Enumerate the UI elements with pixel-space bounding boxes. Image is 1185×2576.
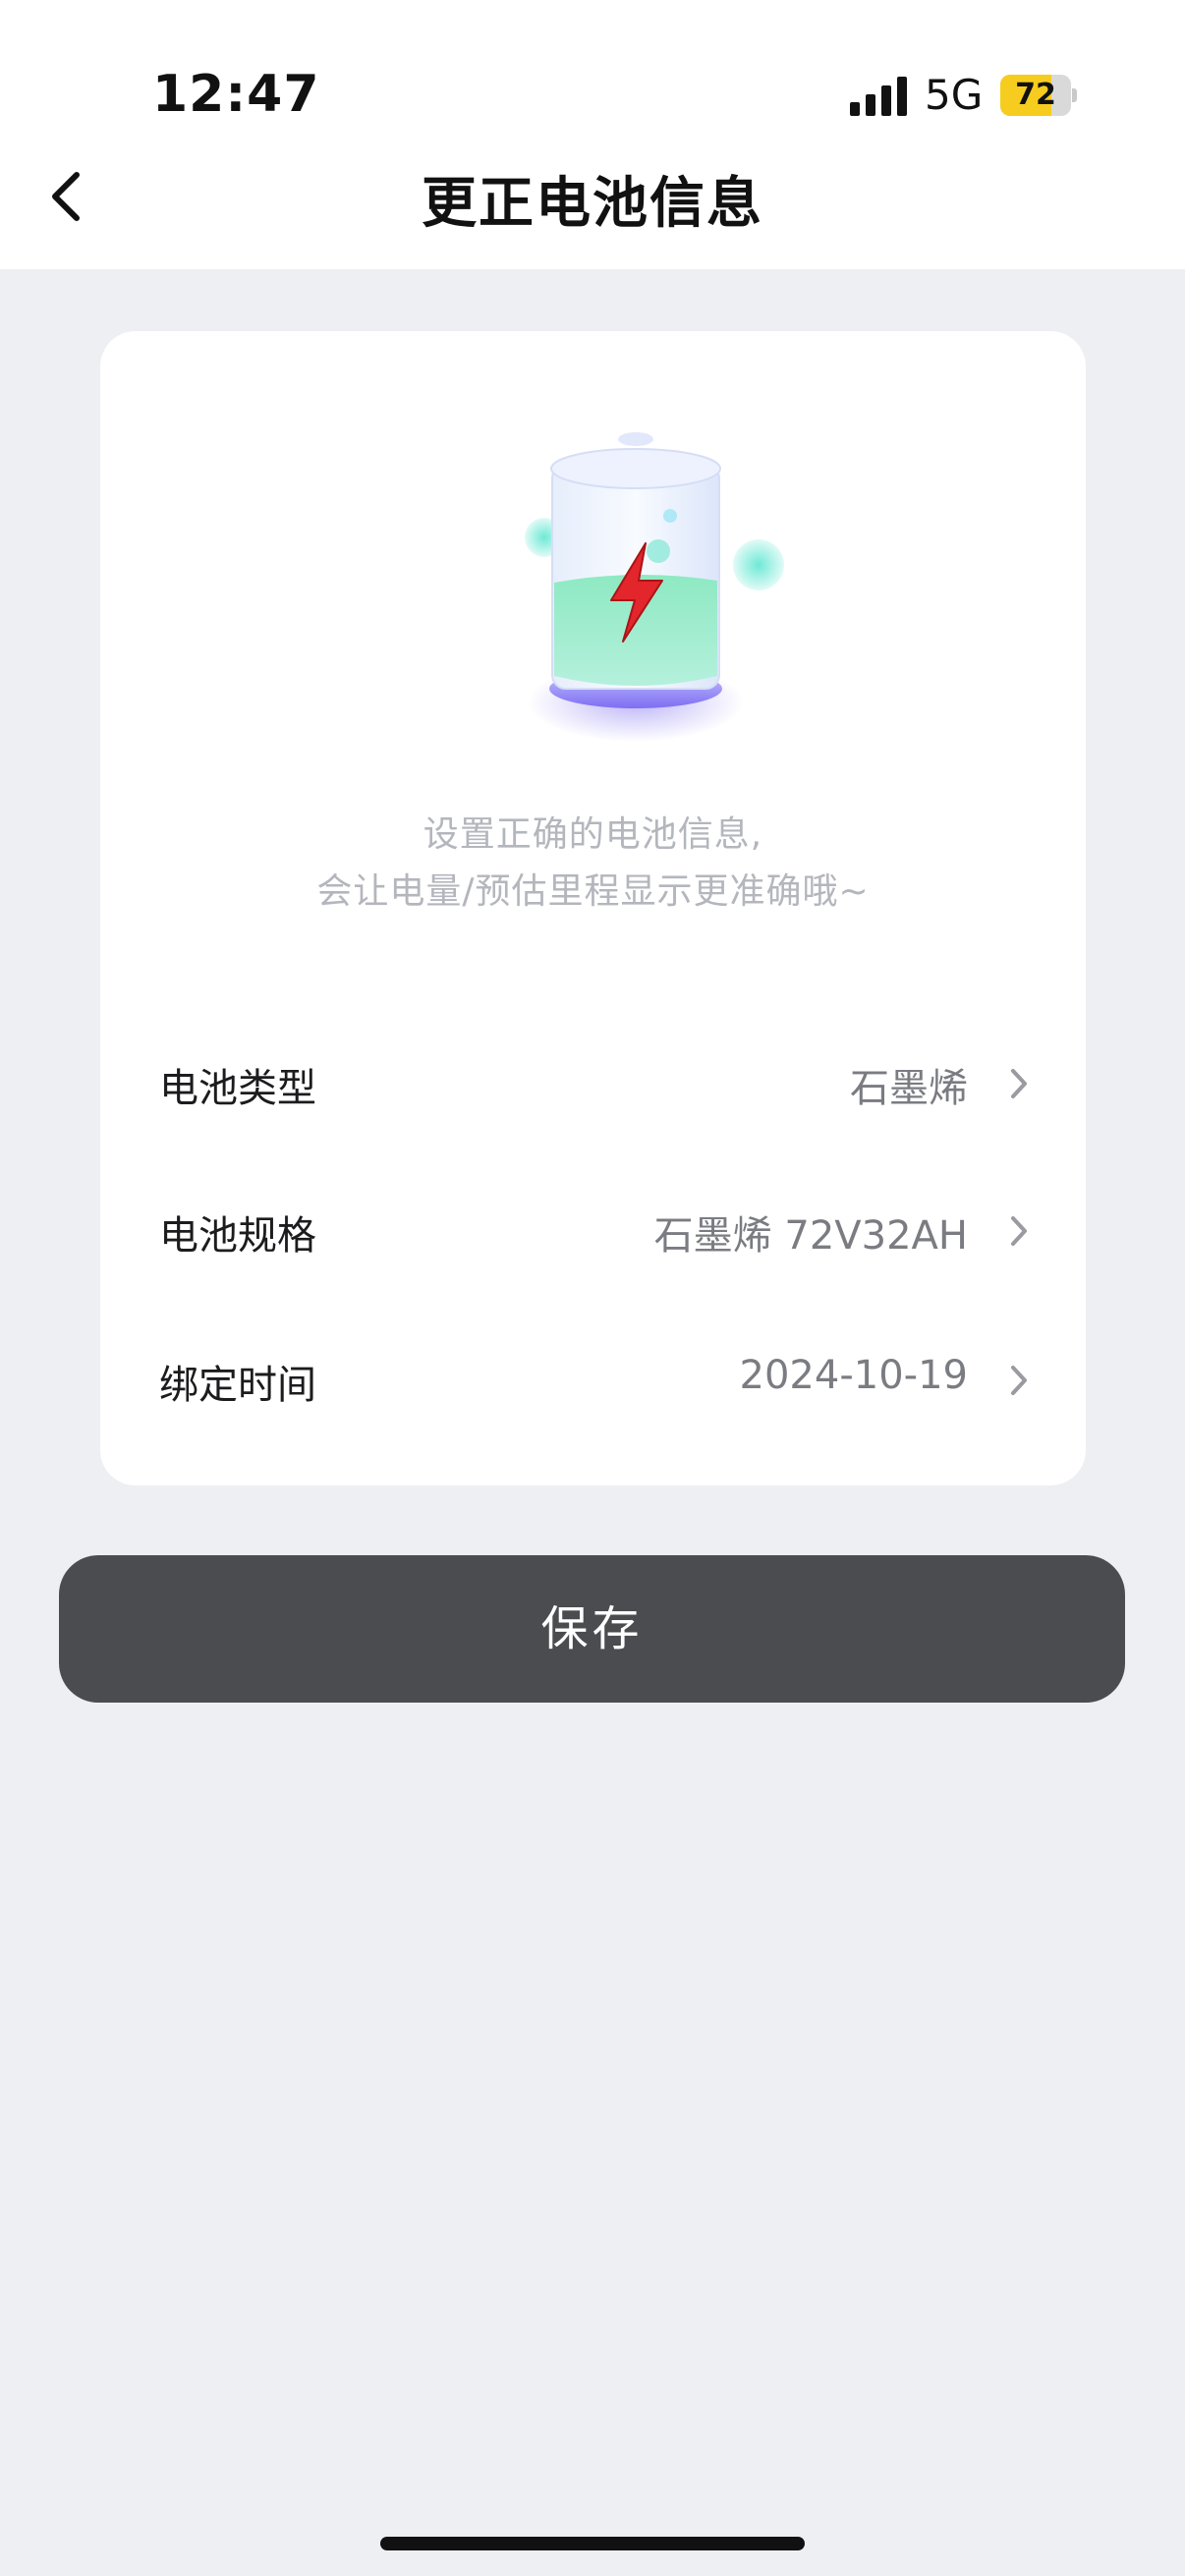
row-label: 绑定时间 (159, 1363, 316, 1408)
network-type: 5G (925, 71, 984, 119)
battery-charging-icon (525, 432, 784, 742)
status-time: 12:47 (152, 65, 320, 124)
signal-icon (850, 77, 907, 116)
row-value: 石墨烯 (850, 1066, 968, 1111)
chevron-right-icon (1011, 1069, 1027, 1098)
row-value: 2024-10-19 (739, 1353, 968, 1398)
row-label: 电池规格 (159, 1213, 316, 1259)
row-value: 石墨烯 72V32AH (653, 1213, 968, 1259)
chevron-right-icon (1011, 1216, 1027, 1246)
save-button[interactable]: 保存 (59, 1555, 1125, 1703)
battery-info-card: 设置正确的电池信息, 会让电量/预估里程显示更准确哦~ 电池类型 石墨烯 电池规… (100, 331, 1086, 1485)
battery-level: 72 (1015, 78, 1056, 112)
row-battery-spec[interactable]: 电池规格 石墨烯 72V32AH (100, 1166, 1086, 1294)
row-battery-type[interactable]: 电池类型 石墨烯 (100, 1019, 1086, 1147)
header-area: 12:47 5G 72 更正电池信息 (0, 0, 1185, 269)
tip-text-line2: 会让电量/预估里程显示更准确哦~ (316, 871, 870, 912)
screen: 12:47 5G 72 更正电池信息 设置正确的电池信息, 会让电量/预估里程显… (0, 0, 1185, 2576)
row-bind-time[interactable]: 绑定时间 2024-10-19 (100, 1316, 1086, 1443)
chevron-right-icon (1011, 1366, 1027, 1395)
save-button-label: 保存 (540, 1601, 644, 1656)
battery-icon: 72 (1000, 75, 1077, 116)
home-indicator[interactable] (380, 2537, 805, 2550)
page-title: 更正电池信息 (422, 172, 763, 236)
tip-text-line1: 设置正确的电池信息, (423, 814, 763, 855)
row-label: 电池类型 (159, 1066, 316, 1111)
